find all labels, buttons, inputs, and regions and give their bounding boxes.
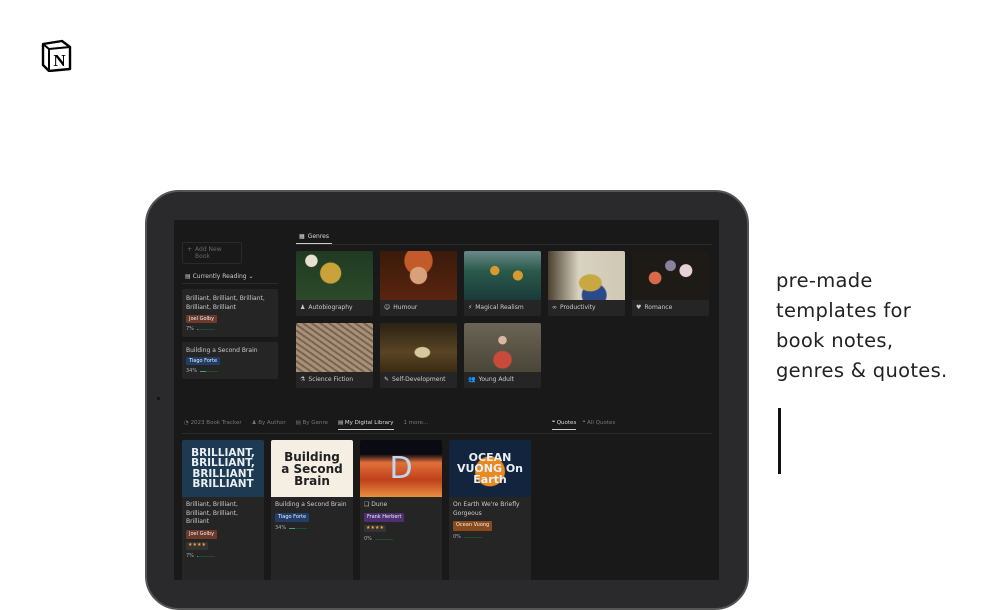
label: Humour <box>393 304 418 311</box>
progress-bar <box>196 328 215 330</box>
label: Currently Reading <box>192 273 247 280</box>
grid-icon: ▦ <box>299 233 305 240</box>
person-icon: ♟ <box>300 304 306 311</box>
book-title: Brilliant, Brilliant, Brilliant, Brillia… <box>186 295 265 311</box>
tab-quotes[interactable]: ❝ Quotes <box>552 420 577 430</box>
book-icon: ▤ <box>185 273 191 280</box>
author-tag: Tiago Forte <box>186 357 221 365</box>
progress-bar <box>200 370 219 372</box>
book-card[interactable]: Building a Second Brain Building a Secon… <box>271 440 353 580</box>
tab-all-quotes[interactable]: ❝ All Quotes <box>582 420 615 430</box>
progress-bar <box>374 538 393 540</box>
tagline-line: book notes, <box>776 329 894 352</box>
genre-card[interactable]: 👥 Young Adult <box>464 323 541 388</box>
tagline: pre-made templates for book notes, genre… <box>776 266 948 386</box>
flask-icon: ⚗ <box>300 376 306 383</box>
divider <box>778 408 781 474</box>
library-view-tabs: ◔ 2023 Book Tracker ♟ By Author ▤ By Gen… <box>184 420 428 430</box>
book-cover: OCEAN VUONG On Earth <box>449 440 531 497</box>
label: Science Fiction <box>308 376 354 383</box>
camera <box>157 397 160 400</box>
genre-card[interactable]: ♟ Autobiography <box>296 251 373 316</box>
label: Autobiography <box>308 304 353 311</box>
reading-card[interactable]: Brilliant, Brilliant, Brilliant, Brillia… <box>182 289 278 337</box>
tab-genres[interactable]: ▦ Genres <box>296 230 332 244</box>
book-title: On Earth We're Briefly Gorgeous <box>453 501 520 517</box>
genre-card[interactable]: ⚡ Magical Realism <box>464 251 541 316</box>
label: Add New Book <box>195 246 222 260</box>
progress-bar <box>196 556 215 558</box>
progress-bar <box>463 536 482 538</box>
author-tag: Joel Golby <box>186 315 218 323</box>
tab-2023-book-tracker[interactable]: ◔ 2023 Book Tracker <box>184 420 242 430</box>
tagline-line: genres & quotes. <box>776 359 948 382</box>
genres-gallery: ▦ Genres ♟ Autobiography ☺ Humour ⚡ Magical … <box>296 230 712 388</box>
currently-reading-tab[interactable]: ▤ Currently Reading ⌄ <box>182 270 278 284</box>
author-tag: Tiago Forte <box>275 512 310 522</box>
progress-bar <box>289 528 308 530</box>
book-title: Brilliant, Brilliant, Brilliant, Brillia… <box>186 501 238 526</box>
tab-my-digital-library[interactable]: ▤ My Digital Library <box>337 420 394 430</box>
notion-logo: N <box>41 39 72 72</box>
author-tag: Joel Golby <box>186 530 218 540</box>
reading-card[interactable]: Building a Second Brain Tiago Forte 34% <box>182 342 278 379</box>
label: Romance <box>644 304 673 311</box>
progress-text: 7% <box>186 326 194 332</box>
progress-text: 34% <box>275 524 287 531</box>
book-cover: BRILLIANT, BRILLIANT, BRILLIANT BRILLIAN… <box>182 440 264 497</box>
tagline-line: templates for <box>776 299 912 322</box>
book-title: Dune <box>371 501 388 508</box>
progress-text: 0% <box>364 535 372 542</box>
digital-library-gallery: BRILLIANT, BRILLIANT, BRILLIANT BRILLIAN… <box>182 440 531 580</box>
genre-card[interactable]: ∞ Productivity <box>548 251 625 316</box>
progress-text: 7% <box>186 553 194 559</box>
genre-card[interactable]: ♥ Romance <box>632 251 709 316</box>
quote-view-tabs: ❝ Quotes ❝ All Quotes <box>552 420 615 430</box>
label: Magical Realism <box>475 304 524 311</box>
genre-card[interactable]: ☺ Humour <box>380 251 457 316</box>
book-cover: D <box>360 440 442 497</box>
book-card[interactable]: OCEAN VUONG On Earth On Earth We're Brie… <box>449 440 531 580</box>
link-icon: ∞ <box>552 304 557 311</box>
add-new-book-button[interactable]: + Add New Book <box>182 242 242 264</box>
author-tag: Ocean Vuong <box>453 521 493 531</box>
smile-icon: ☺ <box>384 304 391 311</box>
label: Genres <box>307 233 329 240</box>
genre-card[interactable]: ✎ Self-Development <box>380 323 457 388</box>
tagline-line: pre-made <box>776 269 873 292</box>
tab-by-genre[interactable]: ▤ By Genre <box>296 420 328 430</box>
book-card[interactable]: BRILLIANT, BRILLIANT, BRILLIANT BRILLIAN… <box>182 440 264 580</box>
progress-text: 0% <box>453 533 461 540</box>
tab-more[interactable]: 1 more... <box>404 420 429 430</box>
sidebar: + Add New Book ▤ Currently Reading ⌄ Bril… <box>182 242 278 379</box>
svg-text:N: N <box>53 51 66 70</box>
tab-by-author[interactable]: ♟ By Author <box>252 420 286 430</box>
wrench-icon: ✎ <box>384 376 390 383</box>
plus-icon: + <box>187 246 193 253</box>
rating-stars: ★★★★ <box>364 524 386 533</box>
label: Productivity <box>560 304 596 311</box>
book-title-row: ❏ Dune <box>364 501 388 508</box>
book-title: Building a Second Brain <box>186 347 258 354</box>
progress-text: 34% <box>186 368 198 374</box>
heart-icon: ♥ <box>636 304 642 311</box>
wand-icon: ⚡ <box>468 304 473 311</box>
book-cover: Building a Second Brain <box>271 440 353 497</box>
book-card[interactable]: D ❏ Dune Frank Herbert ★★★★ 0% <box>360 440 442 580</box>
people-icon: 👥 <box>468 376 476 383</box>
rating-stars: ★★★★ <box>186 542 208 550</box>
notion-screen: + Add New Book ▤ Currently Reading ⌄ Bril… <box>174 220 719 580</box>
label: Self-Development <box>392 376 446 383</box>
book-title: Building a Second Brain <box>275 501 347 508</box>
genre-card[interactable]: ⚗ Science Fiction <box>296 323 373 388</box>
author-tag: Frank Herbert <box>364 512 405 522</box>
label: Young Adult <box>478 376 514 383</box>
